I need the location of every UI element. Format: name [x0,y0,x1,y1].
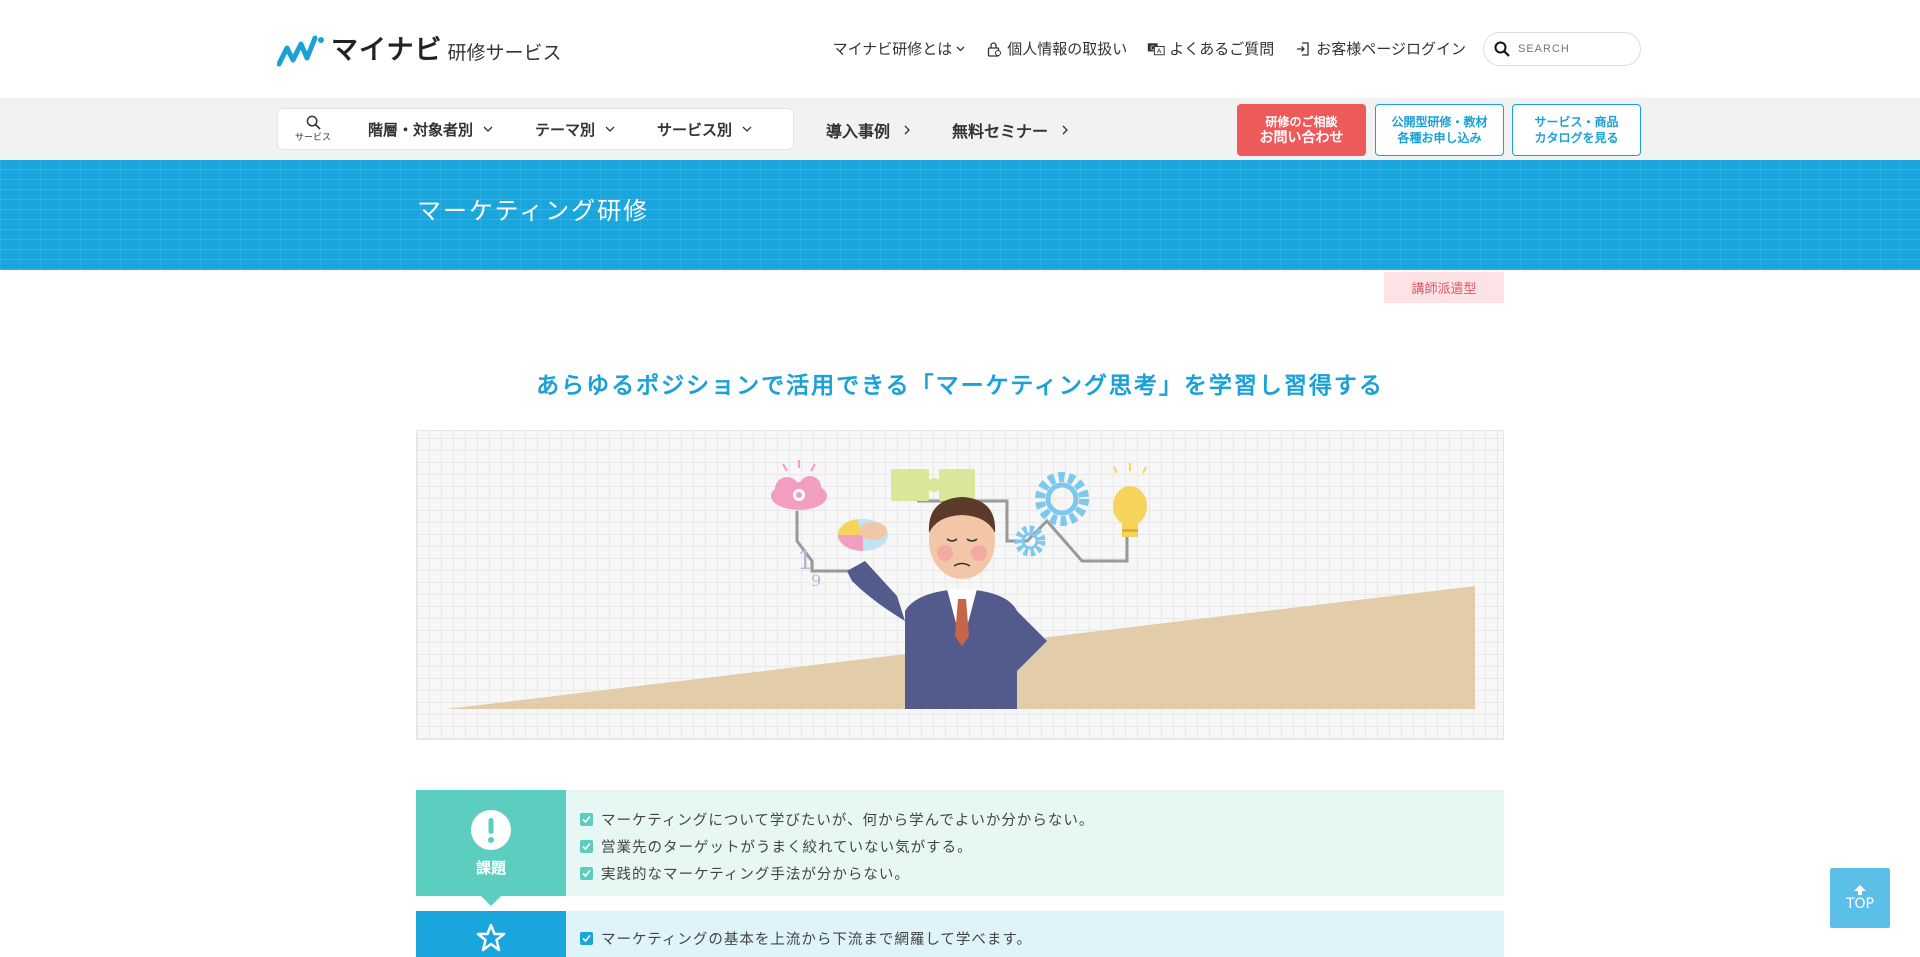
nav-privacy[interactable]: 個人情報の取扱い [985,38,1127,59]
svg-text:A: A [1157,47,1162,55]
chevron-down-icon [483,126,493,132]
nav-about-label: マイナビ研修とは [832,40,953,58]
section-headline: あらゆるポジションで活用できる「マーケティング思考」を学習し習得する [536,373,1384,399]
back-to-top-button[interactable]: TOP [1830,868,1890,928]
nav-case-studies-label: 導入事例 [826,122,891,141]
service-search-button[interactable]: サービス [278,115,348,143]
nav-privacy-label: 個人情報の取扱い [1007,40,1128,58]
nav-dropdown-service[interactable]: サービス別 [657,119,752,140]
nav-about[interactable]: マイナビ研修とは [833,38,966,59]
nav-free-seminar[interactable]: 無料セミナー [952,118,1068,142]
goal-label-box [416,911,566,957]
back-to-top-label: TOP [1845,896,1874,912]
search-input[interactable] [1518,43,1608,55]
main-navbar: サービス 階層・対象者別 テーマ別 サービス別 導入事例 無料セミナー 研修のご… [0,98,1920,160]
catalog-button-line2: カタログを見る [1534,131,1619,145]
service-search-label: サービス [294,133,331,143]
contact-button[interactable]: 研修のご相談 お問い合わせ [1237,104,1366,156]
search-icon [306,115,321,130]
puzzle-icon [891,469,975,501]
nav-free-seminar-label: 無料セミナー [952,122,1049,141]
chevron-right-icon [904,125,910,135]
nav-dropdown-theme[interactable]: テーマ別 [535,119,615,140]
apply-button-line1: 公開型研修・教材 [1391,115,1488,129]
lock-icon [985,40,1003,58]
nav-faq[interactable]: QA よくあるご質問 [1147,38,1274,59]
logo-main-text: マイナビ [331,35,443,66]
contact-button-big: お問い合わせ [1259,130,1344,146]
catalog-button-line1: サービス・商品 [1534,115,1619,129]
nav-login-label: お客様ページログイン [1316,40,1466,58]
issue-label-box: 課題 [416,790,566,906]
issue-item-text: マーケティングについて学びたいが、何から学んでよいか分からない。 [601,813,1095,829]
site-header: マイナビ 研修サービス マイナビ研修とは 個人情報の取扱い QA よくあるご質問… [0,0,1920,98]
issue-item-text: 営業先のターゲットがうまく絞れていない気がする。 [601,840,973,856]
nav-login[interactable]: お客様ページログイン [1294,38,1466,59]
training-type-badge: 講師派遣型 [1384,272,1504,303]
goal-section: マーケティングの基本を上流から下流まで網羅して学べます。 [416,911,1504,957]
nav-dropdown-group: サービス 階層・対象者別 テーマ別 サービス別 [277,108,794,150]
page-title-banner: マーケティング研修 [0,160,1920,270]
nav-faq-label: よくあるご質問 [1169,40,1275,58]
issue-label: 課題 [475,858,506,877]
goal-list: マーケティングの基本を上流から下流まで網羅して学べます。 [566,911,1504,957]
checkbox-icon [580,867,593,880]
list-item: 実践的なマーケティング手法が分からない。 [580,860,1490,887]
checkbox-icon [580,813,593,826]
issue-list: マーケティングについて学びたいが、何から学んでよいか分からない。 営業先のターゲ… [566,790,1504,896]
exclamation-icon [471,809,511,850]
login-icon [1294,40,1312,58]
search-icon [1494,41,1510,57]
issue-section: 課題 マーケティングについて学びたいが、何から学んでよいか分からない。 営業先の… [416,790,1504,906]
faq-icon: QA [1147,40,1165,58]
hero-illustration: 1 9 [416,430,1504,740]
nav-dropdown-theme-label: テーマ別 [535,120,596,139]
chevron-down-icon [742,126,752,132]
nav-case-studies[interactable]: 導入事例 [826,118,910,142]
list-item: マーケティングの基本を上流から下流まで網羅して学べます。 [580,925,1490,952]
apply-button-line2: 各種お申し込み [1397,131,1482,145]
list-item: マーケティングについて学びたいが、何から学んでよいか分からない。 [580,806,1490,833]
issue-notch [481,896,501,906]
chevron-down-icon [605,126,615,132]
search-box [1483,32,1641,66]
contact-button-small: 研修のご相談 [1265,115,1338,129]
apply-button[interactable]: 公開型研修・教材 各種お申し込み [1375,104,1504,156]
cloud-icon [771,460,827,510]
lightbulb-icon [1113,463,1147,537]
page-title: マーケティング研修 [417,197,650,225]
illustration-art: 1 9 [446,460,1475,709]
chevron-right-icon [1062,125,1068,135]
illustration-number-9: 9 [811,571,821,590]
nav-dropdown-service-label: サービス別 [657,120,733,139]
star-icon [476,923,506,952]
catalog-button[interactable]: サービス・商品 カタログを見る [1512,104,1641,156]
list-item: 営業先のターゲットがうまく絞れていない気がする。 [580,833,1490,860]
nav-dropdown-level[interactable]: 階層・対象者別 [368,119,493,140]
logo-mark-icon [277,35,324,67]
chevron-down-icon [956,46,965,51]
nav-dropdown-level-label: 階層・対象者別 [368,120,474,139]
issue-item-text: 実践的なマーケティング手法が分からない。 [601,867,910,883]
checkbox-icon [580,840,593,853]
site-logo[interactable]: マイナビ 研修サービス [277,30,561,68]
checkbox-icon [580,932,593,945]
top-nav: マイナビ研修とは 個人情報の取扱い QA よくあるご質問 お客様ページログイン [833,38,1466,59]
logo-sub-text: 研修サービス [447,42,562,64]
arrow-up-icon [1854,885,1866,895]
goal-item-text: マーケティングの基本を上流から下流まで網羅して学べます。 [601,932,1032,948]
